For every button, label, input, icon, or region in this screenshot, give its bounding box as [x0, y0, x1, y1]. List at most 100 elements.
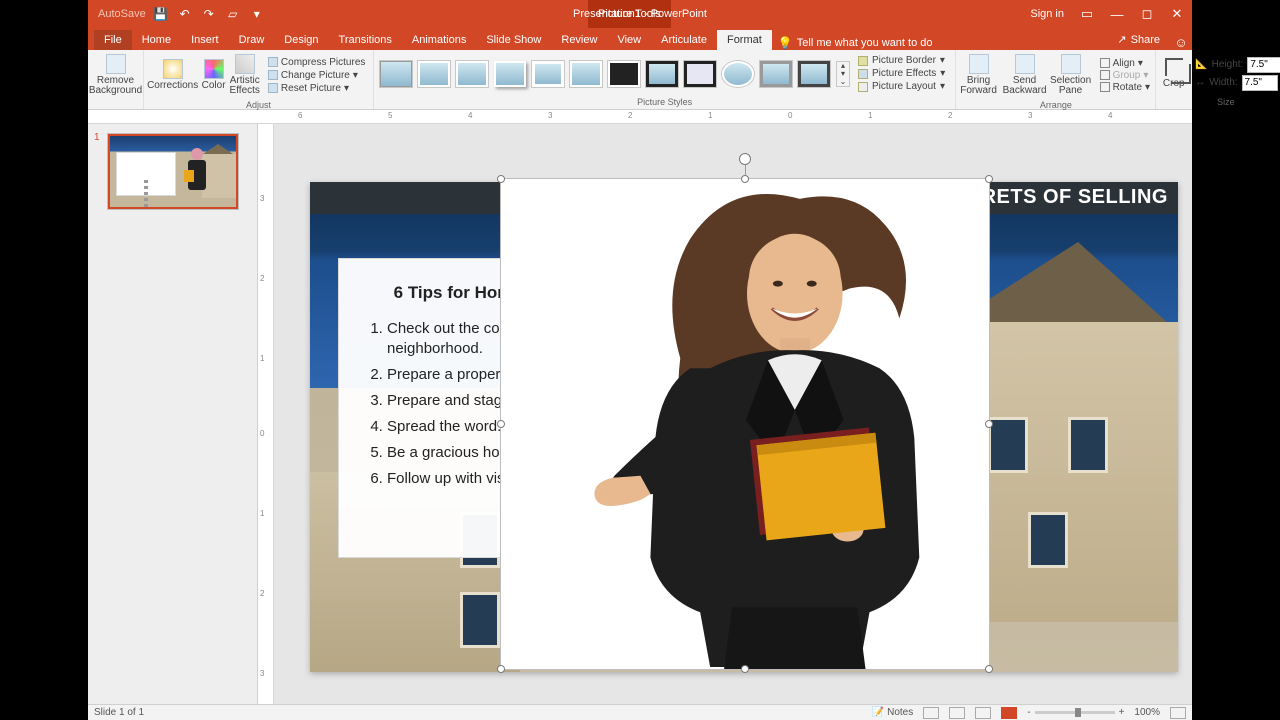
- style-thumb[interactable]: [722, 61, 754, 87]
- tab-slideshow[interactable]: Slide Show: [476, 30, 551, 50]
- rotate-label: Rotate: [1113, 82, 1142, 93]
- tab-home[interactable]: Home: [132, 30, 181, 50]
- slide-thumbnail-1[interactable]: 1: [94, 134, 251, 209]
- slideshow-view-button[interactable]: [1001, 707, 1017, 719]
- height-field[interactable]: 📐Height:: [1195, 57, 1280, 73]
- resize-handle[interactable]: [497, 665, 505, 673]
- tab-review[interactable]: Review: [551, 30, 607, 50]
- picture-border-button[interactable]: Picture Border ▾: [858, 55, 945, 66]
- ruler-horizontal: 65432101234: [88, 110, 1192, 124]
- redo-icon[interactable]: ↷: [202, 7, 216, 21]
- ribbon-options-icon[interactable]: ▭: [1072, 0, 1102, 28]
- corrections-button[interactable]: Corrections: [148, 52, 198, 98]
- feedback-smile-icon[interactable]: ☺: [1170, 35, 1192, 50]
- tab-view[interactable]: View: [607, 30, 651, 50]
- send-backward-button[interactable]: Send Backward: [1004, 52, 1046, 98]
- qat-more-icon[interactable]: ▾: [250, 7, 264, 21]
- selection-pane-button[interactable]: Selection Pane: [1050, 52, 1092, 98]
- picture-styles-gallery[interactable]: ▴▾⌄: [380, 61, 850, 87]
- style-thumb[interactable]: [418, 61, 450, 87]
- tab-format[interactable]: Format: [717, 30, 772, 50]
- remove-background-label: Remove Background: [89, 76, 142, 96]
- start-slideshow-icon[interactable]: ▱: [226, 7, 240, 21]
- zoom-level[interactable]: 100%: [1134, 707, 1160, 718]
- maximize-button[interactable]: ◻: [1132, 0, 1162, 28]
- reset-label: Reset Picture: [281, 83, 341, 94]
- effects-icon: [858, 69, 868, 79]
- style-thumb[interactable]: [494, 61, 526, 87]
- resize-handle[interactable]: [741, 175, 749, 183]
- style-thumb[interactable]: [532, 61, 564, 87]
- person-image: [501, 179, 989, 669]
- tab-insert[interactable]: Insert: [181, 30, 229, 50]
- style-thumb[interactable]: [456, 61, 488, 87]
- width-input[interactable]: [1242, 75, 1278, 91]
- crop-button[interactable]: Crop: [1162, 58, 1185, 89]
- style-thumb[interactable]: [684, 61, 716, 87]
- resize-handle[interactable]: [497, 420, 505, 428]
- selected-picture[interactable]: [500, 178, 990, 670]
- resize-handle[interactable]: [985, 175, 993, 183]
- share-button[interactable]: ↗Share: [1107, 29, 1170, 50]
- undo-icon[interactable]: ↶: [178, 7, 192, 21]
- fit-to-window-button[interactable]: [1170, 707, 1186, 719]
- reading-view-button[interactable]: [975, 707, 991, 719]
- tab-animations[interactable]: Animations: [402, 30, 476, 50]
- zoom-slider[interactable]: - +: [1027, 707, 1124, 718]
- style-thumb[interactable]: [760, 61, 792, 87]
- slide-thumbnail-pane[interactable]: 1: [88, 124, 258, 704]
- tab-file[interactable]: File: [94, 30, 132, 50]
- resize-handle[interactable]: [741, 665, 749, 673]
- align-button[interactable]: Align ▾: [1100, 58, 1151, 69]
- style-thumb[interactable]: [646, 61, 678, 87]
- tab-design[interactable]: Design: [274, 30, 328, 50]
- style-thumb[interactable]: [380, 61, 412, 87]
- save-icon[interactable]: 💾: [154, 7, 168, 21]
- picture-layout-button[interactable]: Picture Layout ▾: [858, 81, 945, 92]
- resize-handle[interactable]: [985, 420, 993, 428]
- width-field[interactable]: ↔Width:: [1195, 75, 1280, 91]
- corrections-label: Corrections: [147, 81, 198, 91]
- slide-editor[interactable]: SECRETS OF SELLING 6 Tips for Home Selle…: [274, 124, 1192, 704]
- style-thumb[interactable]: [798, 61, 830, 87]
- height-input[interactable]: [1247, 57, 1280, 73]
- group-label-picture-styles: Picture Styles: [374, 97, 955, 109]
- styles-more-button[interactable]: ▴▾⌄: [836, 61, 850, 87]
- document-title: Presentation1 - PowerPoint: [573, 8, 707, 20]
- minimize-button[interactable]: —: [1102, 0, 1132, 28]
- artistic-effects-button[interactable]: Artistic Effects: [230, 52, 260, 98]
- tab-articulate[interactable]: Articulate: [651, 30, 717, 50]
- sign-in-link[interactable]: Sign in: [1022, 8, 1072, 20]
- reset-picture-button[interactable]: Reset Picture ▾: [268, 83, 365, 94]
- compress-pictures-button[interactable]: Compress Pictures: [268, 57, 365, 68]
- rotate-button[interactable]: Rotate ▾: [1100, 82, 1151, 93]
- change-picture-button[interactable]: Change Picture ▾: [268, 70, 365, 81]
- picture-effects-button[interactable]: Picture Effects ▾: [858, 68, 945, 79]
- compress-label: Compress Pictures: [281, 57, 365, 68]
- resize-handle[interactable]: [497, 175, 505, 183]
- group-label: Group: [1113, 70, 1141, 81]
- ruler-vertical: 3210123: [258, 124, 274, 704]
- tab-draw[interactable]: Draw: [229, 30, 275, 50]
- sorter-view-button[interactable]: [949, 707, 965, 719]
- pencil-icon: [858, 56, 868, 66]
- resize-handle[interactable]: [985, 665, 993, 673]
- remove-background-button[interactable]: Remove Background: [91, 52, 141, 98]
- height-label: Height:: [1212, 59, 1244, 70]
- share-icon: ↗: [1117, 33, 1126, 46]
- artistic-label: Artistic Effects: [230, 76, 260, 96]
- close-button[interactable]: ✕: [1162, 0, 1192, 28]
- picture-layout-label: Picture Layout: [872, 81, 936, 92]
- rotation-handle[interactable]: [739, 153, 751, 165]
- color-button[interactable]: Color: [202, 52, 226, 98]
- notes-button[interactable]: 📝 Notes: [872, 707, 913, 718]
- bring-forward-button[interactable]: Bring Forward: [958, 52, 1000, 98]
- ribbon-tabs: File Home Insert Draw Design Transitions…: [88, 28, 1192, 50]
- thumb-number: 1: [94, 132, 100, 143]
- group-button[interactable]: Group ▾: [1100, 70, 1151, 81]
- tab-transitions[interactable]: Transitions: [329, 30, 402, 50]
- tell-me-search[interactable]: 💡Tell me what you want to do: [778, 36, 933, 50]
- style-thumb[interactable]: [570, 61, 602, 87]
- normal-view-button[interactable]: [923, 707, 939, 719]
- style-thumb[interactable]: [608, 61, 640, 87]
